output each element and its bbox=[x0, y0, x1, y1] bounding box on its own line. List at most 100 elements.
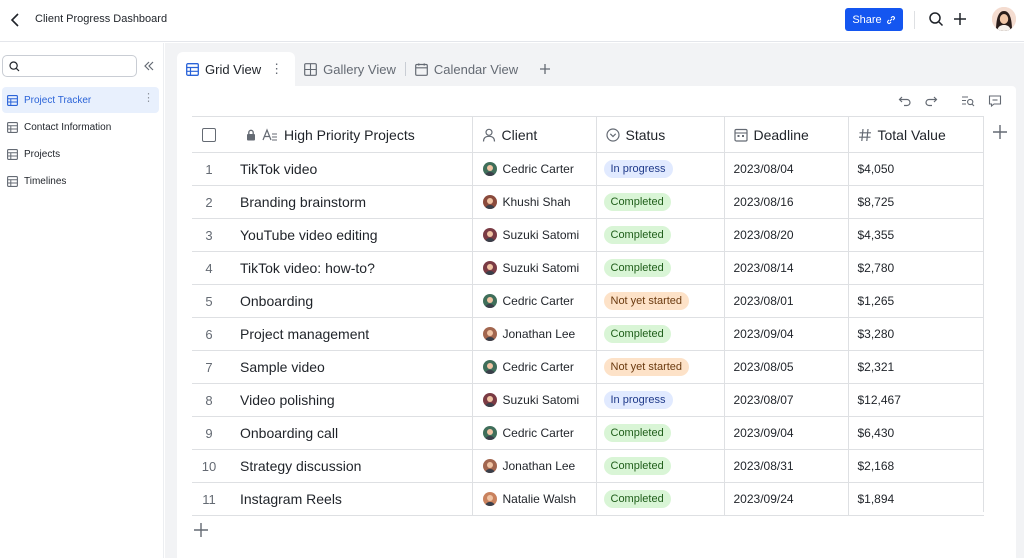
more-vertical-icon[interactable]: ⋮ bbox=[143, 93, 154, 104]
client-cell[interactable]: Cedric Carter bbox=[472, 152, 597, 186]
project-cell[interactable]: Onboarding call bbox=[226, 416, 473, 450]
sidebar-item-timelines[interactable]: Timelines bbox=[2, 168, 159, 194]
user-avatar[interactable] bbox=[992, 7, 1016, 31]
deadline-cell[interactable]: 2023/08/16 bbox=[724, 185, 849, 219]
project-cell[interactable]: Onboarding bbox=[226, 284, 473, 318]
table-row[interactable]: 2 Branding brainstorm Khushi Shah Completed… bbox=[192, 185, 984, 219]
search-icon[interactable] bbox=[928, 11, 944, 27]
share-button[interactable]: Share bbox=[845, 8, 903, 31]
project-cell[interactable]: Video polishing bbox=[226, 383, 473, 417]
sidebar-search[interactable] bbox=[2, 55, 137, 77]
deadline-cell[interactable]: 2023/08/01 bbox=[724, 284, 849, 318]
total-value-cell[interactable]: $1,894 bbox=[848, 482, 984, 516]
total-value-cell[interactable]: $4,050 bbox=[848, 152, 984, 186]
total-value-cell[interactable]: $2,168 bbox=[848, 449, 984, 483]
project-cell[interactable]: TikTok video bbox=[226, 152, 473, 186]
select-all-cell[interactable] bbox=[192, 116, 226, 153]
tab-grid-view[interactable]: Grid View ⋮ bbox=[177, 52, 296, 86]
search-records-icon[interactable] bbox=[961, 94, 975, 108]
total-value-cell[interactable]: $1,265 bbox=[848, 284, 984, 318]
table-row[interactable]: 8 Video polishing Suzuki Satomi In progress… bbox=[192, 383, 984, 417]
comment-icon[interactable] bbox=[988, 94, 1002, 108]
deadline-cell[interactable]: 2023/08/07 bbox=[724, 383, 849, 417]
client-cell[interactable]: Jonathan Lee bbox=[472, 317, 597, 351]
back-arrow-icon[interactable] bbox=[6, 10, 24, 30]
sidebar-item-project-tracker[interactable]: Project Tracker ⋮ bbox=[2, 87, 159, 113]
status-cell[interactable]: Completed bbox=[596, 185, 725, 219]
status-cell[interactable]: In progress bbox=[596, 152, 725, 186]
table-row[interactable]: 11 Instagram Reels Natalie Walsh Completed 2… bbox=[192, 482, 984, 516]
add-view-icon[interactable] bbox=[531, 52, 559, 86]
column-header-total-value[interactable]: Total Value bbox=[848, 116, 984, 153]
select-all-checkbox[interactable] bbox=[202, 127, 216, 142]
client-avatar bbox=[482, 360, 497, 374]
project-cell[interactable]: TikTok video: how-to? bbox=[226, 251, 473, 285]
add-column-icon[interactable] bbox=[992, 124, 1008, 140]
tab-calendar-view[interactable]: Calendar View bbox=[406, 52, 527, 86]
client-cell[interactable]: Jonathan Lee bbox=[472, 449, 597, 483]
total-value-cell[interactable]: $4,355 bbox=[848, 218, 984, 252]
project-cell[interactable]: Sample video bbox=[226, 350, 473, 384]
total-value-cell[interactable]: $6,430 bbox=[848, 416, 984, 450]
total-value-cell[interactable]: $3,280 bbox=[848, 317, 984, 351]
client-cell[interactable]: Cedric Carter bbox=[472, 284, 597, 318]
column-header-deadline[interactable]: Deadline bbox=[724, 116, 849, 153]
status-cell[interactable]: Not yet started bbox=[596, 284, 725, 318]
column-header-client[interactable]: Client bbox=[472, 116, 597, 153]
status-cell[interactable]: Completed bbox=[596, 251, 725, 285]
client-cell[interactable]: Suzuki Satomi bbox=[472, 251, 597, 285]
status-cell[interactable]: Completed bbox=[596, 449, 725, 483]
status-cell[interactable]: Completed bbox=[596, 317, 725, 351]
table-row[interactable]: 7 Sample video Cedric Carter Not yet starte… bbox=[192, 350, 984, 384]
sidebar-item-contact-information[interactable]: Contact Information bbox=[2, 114, 159, 140]
status-cell[interactable]: In progress bbox=[596, 383, 725, 417]
deadline-cell[interactable]: 2023/08/04 bbox=[724, 152, 849, 186]
project-cell[interactable]: Instagram Reels bbox=[226, 482, 473, 516]
sidebar-item-projects[interactable]: Projects bbox=[2, 141, 159, 167]
table-row[interactable]: 5 Onboarding Cedric Carter Not yet started 2… bbox=[192, 284, 984, 318]
status-cell[interactable]: Completed bbox=[596, 416, 725, 450]
project-cell[interactable]: Project management bbox=[226, 317, 473, 351]
sidebar-search-input[interactable] bbox=[24, 57, 134, 75]
add-icon[interactable] bbox=[952, 11, 968, 27]
more-vertical-icon[interactable]: ⋮ bbox=[270, 61, 283, 77]
redo-icon[interactable] bbox=[924, 94, 938, 108]
status-cell[interactable]: Not yet started bbox=[596, 350, 725, 384]
deadline-cell[interactable]: 2023/08/20 bbox=[724, 218, 849, 252]
tab-label: Grid View bbox=[205, 61, 262, 77]
client-cell[interactable]: Natalie Walsh bbox=[472, 482, 597, 516]
client-cell[interactable]: Suzuki Satomi bbox=[472, 383, 597, 417]
project-cell[interactable]: YouTube video editing bbox=[226, 218, 473, 252]
undo-icon[interactable] bbox=[898, 94, 912, 108]
table-row[interactable]: 10 Strategy discussion Jonathan Lee Complet… bbox=[192, 449, 984, 483]
table-row[interactable]: 3 YouTube video editing Suzuki Satomi Compl… bbox=[192, 218, 984, 252]
number-icon bbox=[858, 128, 871, 141]
project-cell[interactable]: Strategy discussion bbox=[226, 449, 473, 483]
client-cell[interactable]: Suzuki Satomi bbox=[472, 218, 597, 252]
table-row[interactable]: 9 Onboarding call Cedric Carter Completed 20… bbox=[192, 416, 984, 450]
collapse-sidebar-icon[interactable] bbox=[143, 59, 159, 73]
deadline-cell[interactable]: 2023/08/14 bbox=[724, 251, 849, 285]
client-cell[interactable]: Khushi Shah bbox=[472, 185, 597, 219]
total-value-cell[interactable]: $2,321 bbox=[848, 350, 984, 384]
column-header-project[interactable]: High Priority Projects bbox=[226, 116, 473, 153]
deadline-cell[interactable]: 2023/09/04 bbox=[724, 416, 849, 450]
total-value-cell[interactable]: $8,725 bbox=[848, 185, 984, 219]
add-record-icon[interactable] bbox=[193, 522, 209, 538]
table-row[interactable]: 6 Project management Jonathan Lee Completed… bbox=[192, 317, 984, 351]
client-cell[interactable]: Cedric Carter bbox=[472, 416, 597, 450]
table-row[interactable]: 4 TikTok video: how-to? Suzuki Satomi Compl… bbox=[192, 251, 984, 285]
total-value-cell[interactable]: $2,780 bbox=[848, 251, 984, 285]
total-value-cell[interactable]: $12,467 bbox=[848, 383, 984, 417]
status-cell[interactable]: Completed bbox=[596, 218, 725, 252]
client-cell[interactable]: Cedric Carter bbox=[472, 350, 597, 384]
table-row[interactable]: 1 TikTok video Cedric Carter In progress 202… bbox=[192, 152, 984, 186]
deadline-cell[interactable]: 2023/09/04 bbox=[724, 317, 849, 351]
column-header-status[interactable]: Status bbox=[596, 116, 725, 153]
tab-gallery-view[interactable]: Gallery View bbox=[295, 52, 405, 86]
deadline-cell[interactable]: 2023/08/05 bbox=[724, 350, 849, 384]
status-cell[interactable]: Completed bbox=[596, 482, 725, 516]
deadline-cell[interactable]: 2023/08/31 bbox=[724, 449, 849, 483]
deadline-cell[interactable]: 2023/09/24 bbox=[724, 482, 849, 516]
project-cell[interactable]: Branding brainstorm bbox=[226, 185, 473, 219]
